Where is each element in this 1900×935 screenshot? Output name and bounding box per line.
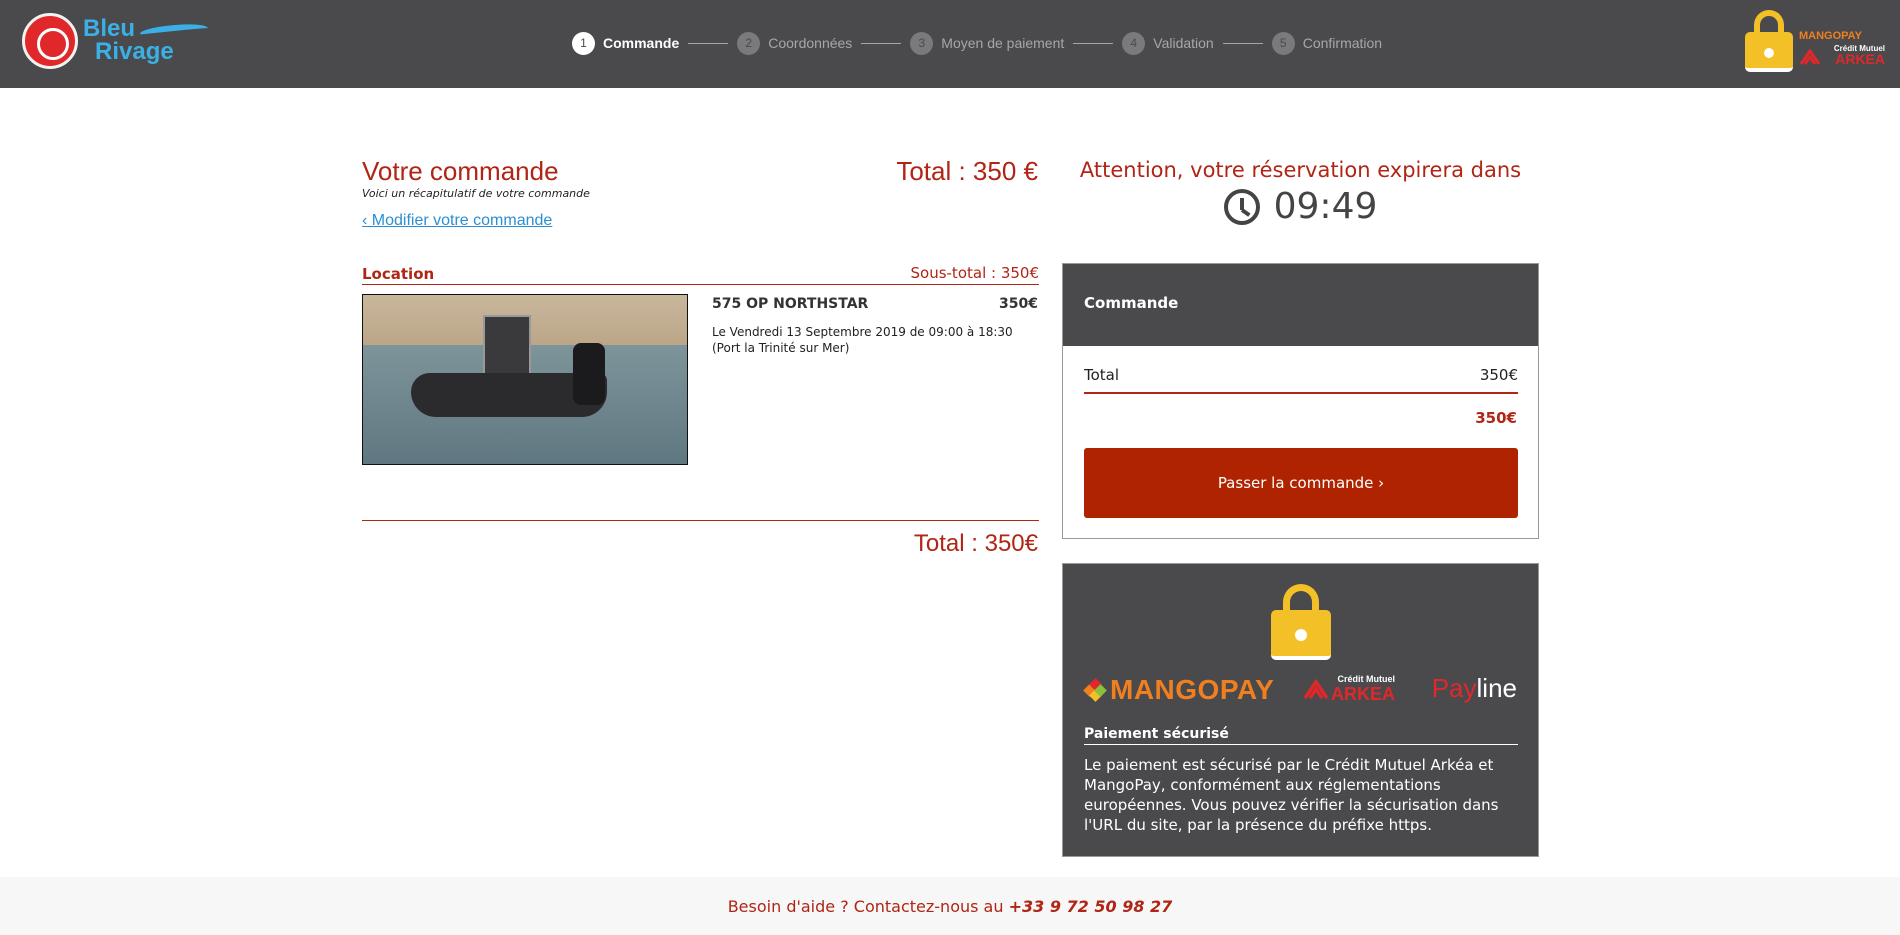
step-confirmation: 5 Confirmation [1271, 31, 1383, 55]
countdown-timer: 09:49 [1062, 186, 1539, 227]
order-total-top: Total : 350 € [896, 156, 1038, 186]
step-number: 3 [910, 31, 934, 55]
step-number: 1 [572, 31, 595, 55]
payline-logo: Payline [1432, 673, 1517, 704]
credit-mutuel-logo-small: Crédit Mutuel ARKEA [1799, 44, 1885, 66]
cm-line-2: ARKEA [1330, 684, 1395, 704]
help-text: Besoin d'aide ? Contactez-nous au [727, 897, 1009, 916]
checkout-stepper: 1 Commande 2 Coordonnées 3 Moyen de paie… [572, 31, 1382, 55]
header-secure-badge: MANGOPAY Crédit Mutuel ARKEA [1745, 10, 1885, 72]
step-number: 5 [1271, 31, 1295, 55]
secure-payment-text: Le paiement est sécurisé par le Crédit M… [1084, 756, 1499, 834]
mangopay-logo: MANGOPAY [1083, 674, 1275, 706]
item-price: 350€ [999, 296, 1038, 312]
step-validation: 4 Validation [1122, 31, 1214, 55]
step-connector [1222, 42, 1263, 44]
logo-line-2: Rivage [95, 38, 174, 65]
order-summary-card: Commande Total 350€ 350€ Passer la comma… [1062, 263, 1539, 539]
secure-payment-title: Paiement sécurisé [1084, 726, 1518, 745]
mangopay-logo-small: MANGOPAY [1799, 30, 1862, 42]
step-number: 2 [737, 31, 761, 55]
padlock-icon [1271, 584, 1331, 660]
step-connector [1073, 42, 1114, 44]
cm-line-1: Crédit Mutuel [1337, 674, 1396, 684]
step-label: Commande [603, 35, 680, 51]
logo-text: Bleu Rivage [83, 17, 174, 65]
step-connector [861, 42, 902, 44]
boat-image [362, 294, 688, 465]
step-connector [688, 42, 729, 44]
payline-part-1: Pay [1431, 673, 1477, 703]
summary-total-row: Total 350€ [1084, 364, 1518, 394]
logo-emblem-icon [22, 13, 78, 69]
top-header: Bleu Rivage 1 Commande 2 Coordonnées 3 M… [0, 0, 1900, 88]
summary-grand-total: 350€ [1475, 409, 1517, 427]
countdown-value: 09:49 [1273, 186, 1378, 227]
modify-order-link[interactable]: ‹ Modifier votre commande [362, 212, 552, 230]
step-commande: 1 Commande [572, 31, 680, 55]
item-name: 575 OP NORTHSTAR [712, 296, 869, 312]
credit-mutuel-mark-icon [1303, 678, 1329, 699]
help-footer: Besoin d'aide ? Contactez-nous au +33 9 … [0, 877, 1900, 935]
summary-total-label: Total [1084, 366, 1120, 384]
step-label: Moyen de paiement [941, 35, 1065, 51]
credit-mutuel-arkea-logo: Crédit Mutuel ARKEA [1303, 672, 1403, 706]
expiry-warning: Attention, votre réservation expirera da… [1079, 158, 1522, 182]
step-moyen-de-paiement: 3 Moyen de paiement [910, 31, 1065, 55]
step-label: Validation [1153, 35, 1214, 51]
total-divider [362, 520, 1039, 521]
payline-part-2: line [1476, 673, 1517, 703]
summary-header: Commande [1063, 264, 1538, 346]
step-coordonnees: 2 Coordonnées [737, 31, 853, 55]
secure-payment-card: MANGOPAY Crédit Mutuel ARKEA Payline Pai… [1062, 563, 1539, 857]
section-title: Location [362, 265, 435, 283]
step-label: Confirmation [1302, 35, 1383, 51]
padlock-icon [1745, 10, 1793, 72]
summary-total-value: 350€ [1479, 366, 1518, 384]
mangopay-name: MANGOPAY [1110, 674, 1275, 705]
mangopay-mark-icon [1083, 678, 1107, 702]
item-description: Le Vendredi 13 Septembre 2019 de 09:00 à… [712, 325, 1013, 355]
location-section-header: Location Sous-total : 350€ [362, 263, 1039, 285]
credit-mutuel-mark-icon [1799, 48, 1821, 65]
place-order-button[interactable]: Passer la commande › [1084, 448, 1518, 518]
section-subtotal: Sous-total : 350€ [910, 264, 1040, 282]
step-number: 4 [1122, 31, 1146, 55]
clock-icon [1223, 188, 1260, 225]
order-title: Votre commande [362, 156, 559, 186]
step-label: Coordonnées [768, 35, 853, 51]
help-phone-link[interactable]: +33 9 72 50 98 27 [1009, 897, 1173, 916]
bleu-rivage-logo[interactable]: Bleu Rivage [22, 13, 209, 71]
order-subtitle: Voici un récapitulatif de votre commande [362, 187, 590, 200]
order-total-bottom: Total : 350€ [913, 530, 1038, 557]
